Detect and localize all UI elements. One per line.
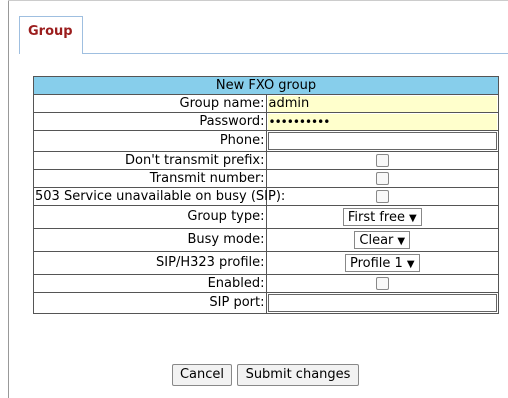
sip-port-label: SIP port: [33, 292, 267, 314]
dont-transmit-prefix-label: Don't transmit prefix: [33, 151, 267, 170]
submit-changes-button[interactable]: Submit changes [237, 364, 359, 386]
group-name-label: Group name: [33, 94, 267, 113]
phone-label: Phone: [33, 130, 267, 152]
group-type-value: First free [347, 210, 405, 225]
password-input[interactable]: •••••••••• [267, 113, 497, 130]
sip-profile-value: Profile 1 [349, 256, 403, 271]
cancel-button[interactable]: Cancel [172, 364, 232, 386]
sip-profile-label: SIP/H323 profile: [33, 251, 267, 275]
service-unavailable-checkbox[interactable] [375, 189, 389, 203]
dropdown-arrow-icon: ▼ [406, 259, 415, 270]
frame-left-border [8, 0, 9, 398]
transmit-number-checkbox[interactable] [375, 171, 389, 185]
transmit-number-label: Transmit number: [33, 169, 267, 188]
dropdown-arrow-icon: ▼ [397, 236, 406, 247]
service-unavailable-label: 503 Service unavailable on busy (SIP): [33, 187, 286, 206]
tab-group[interactable]: Group [19, 16, 83, 54]
dont-transmit-prefix-checkbox[interactable] [375, 153, 389, 167]
tab-group-label: Group [28, 24, 73, 39]
frame-top-border [8, 0, 508, 1]
fxo-group-form: New FXO group Group name: Password: ••••… [33, 76, 499, 314]
busy-mode-select[interactable]: Clear ▼ [354, 231, 411, 249]
group-type-label: Group type: [33, 205, 267, 229]
sip-profile-select[interactable]: Profile 1 ▼ [344, 254, 420, 272]
sip-port-input[interactable] [267, 294, 497, 312]
busy-mode-label: Busy mode: [33, 228, 267, 252]
enabled-checkbox[interactable] [375, 276, 389, 290]
dropdown-arrow-icon: ▼ [408, 213, 417, 224]
tab-underline [83, 53, 508, 54]
phone-input[interactable] [267, 132, 497, 150]
busy-mode-value: Clear [359, 233, 394, 248]
group-name-input[interactable] [267, 95, 497, 112]
form-title: New FXO group [33, 76, 499, 95]
enabled-label: Enabled: [33, 274, 267, 293]
password-label: Password: [33, 112, 267, 131]
group-type-select[interactable]: First free ▼ [342, 208, 422, 226]
